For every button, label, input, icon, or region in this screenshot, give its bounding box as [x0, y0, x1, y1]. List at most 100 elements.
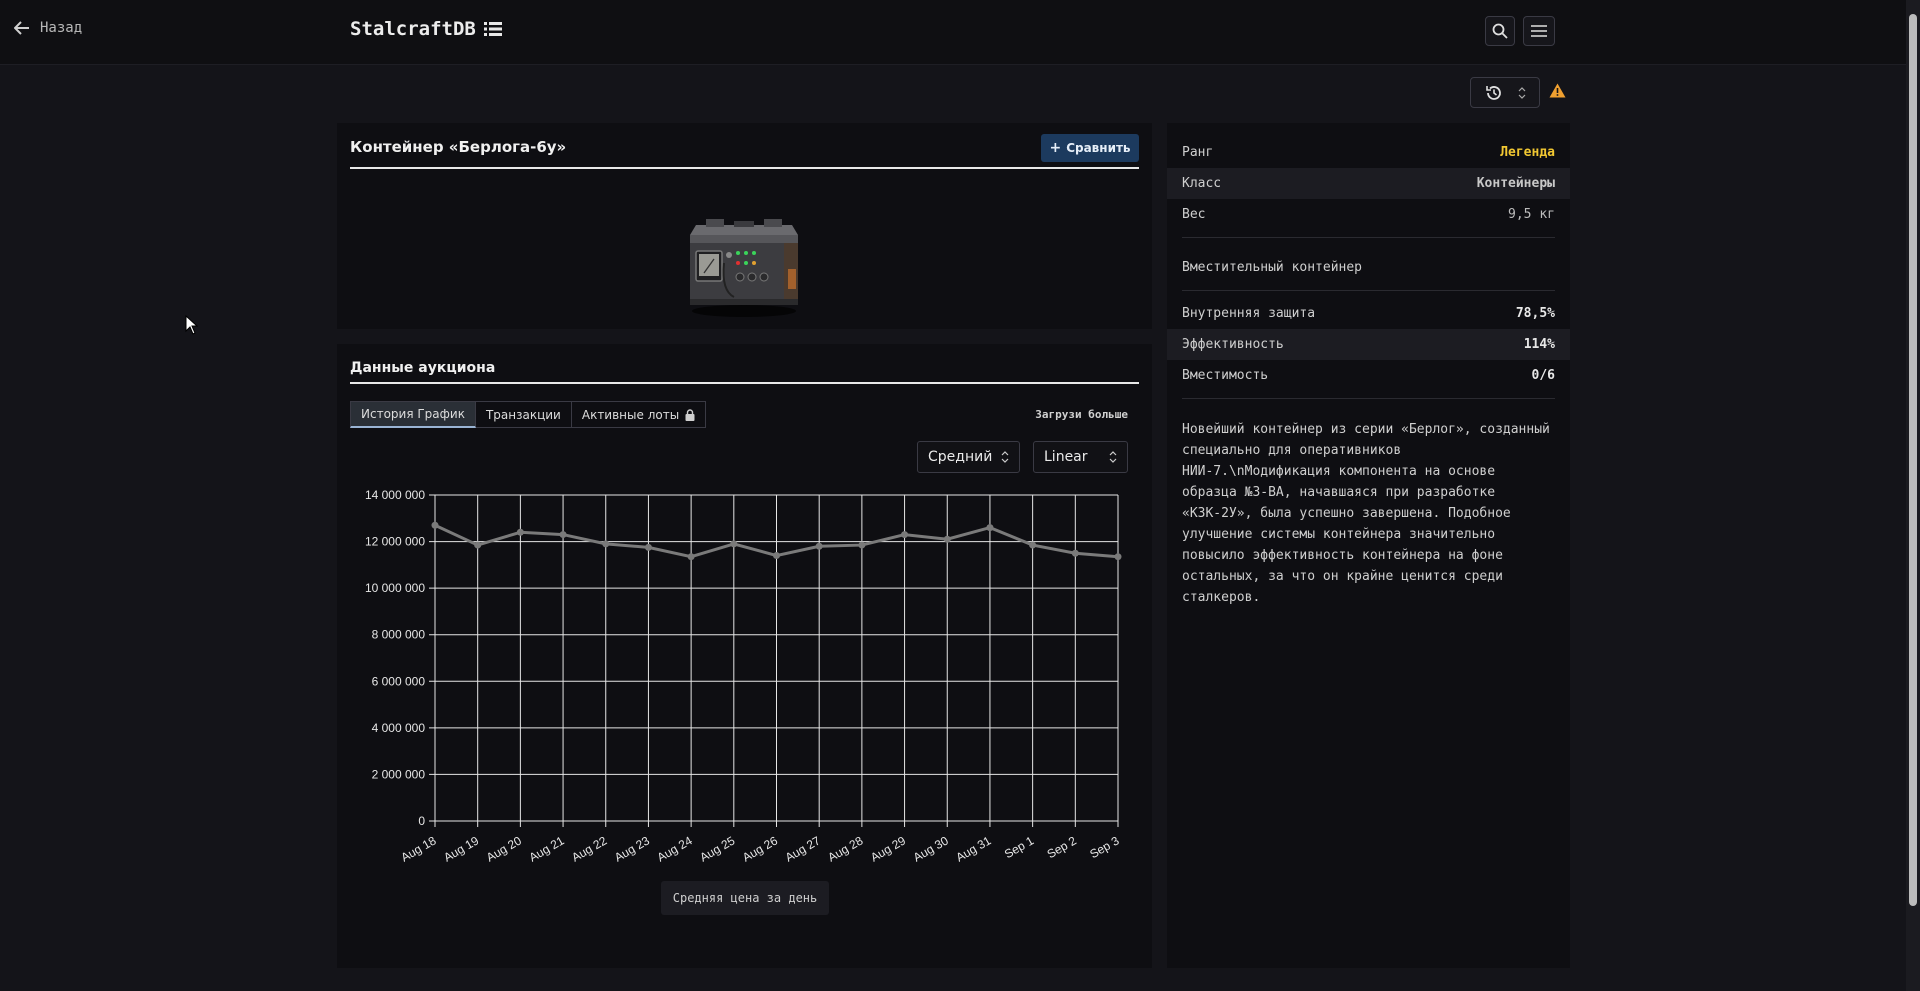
x-tick-label: Aug 26 [740, 833, 780, 864]
data-point [431, 521, 439, 529]
aggregate-value: Средний [928, 449, 993, 465]
y-tick-label: 14 000 000 [365, 488, 425, 502]
weight-row: Вес 9,5 кг [1167, 199, 1570, 230]
history-select[interactable] [1470, 77, 1540, 108]
tab-label: История График [361, 407, 465, 421]
scale-value: Linear [1044, 449, 1088, 465]
item-title: Контейнер «Берлога-6у» [350, 138, 567, 156]
info-panel: Ранг Легенда Класс Контейнеры Вес 9,5 кг… [1167, 123, 1570, 968]
scrollbar[interactable] [1906, 0, 1920, 991]
tab-label: Активные лоты [581, 407, 680, 422]
brand-name: StalcraftDB [350, 18, 476, 40]
title-underline [350, 167, 1139, 169]
data-point [858, 541, 866, 549]
data-point [943, 535, 951, 543]
mouse-cursor-icon [185, 315, 199, 335]
x-tick-label: Sep 2 [1045, 833, 1079, 861]
x-tick-label: Aug 23 [612, 833, 652, 864]
x-tick-label: Aug 25 [697, 833, 737, 864]
lock-icon [685, 408, 695, 421]
capacity-label: Вместимость [1182, 368, 1269, 383]
data-point [730, 540, 738, 548]
auction-panel: Данные аукциона История График Транзакци… [337, 344, 1152, 968]
data-point [559, 531, 567, 539]
data-point [602, 540, 610, 548]
data-point [1071, 549, 1079, 557]
aggregate-select[interactable]: Средний [917, 441, 1020, 473]
protection-value: 78,5% [1515, 306, 1555, 321]
subtitle-row: Вместительный контейнер [1167, 252, 1570, 283]
search-button[interactable] [1485, 16, 1515, 46]
divider [1182, 290, 1555, 291]
capacity-value: 0/6 [1531, 368, 1555, 383]
rank-label: Ранг [1182, 145, 1214, 160]
class-row: Класс Контейнеры [1167, 168, 1570, 199]
x-tick-label: Aug 22 [569, 833, 609, 864]
protection-row: Внутренняя защита 78,5% [1167, 298, 1570, 329]
data-point [986, 524, 994, 532]
x-tick-label: Aug 31 [953, 833, 993, 864]
data-point [773, 552, 780, 560]
scrollbar-thumb[interactable] [1909, 14, 1917, 906]
chevron-updown-icon [1001, 451, 1009, 463]
y-tick-label: 6 000 000 [372, 674, 426, 688]
y-tick-label: 10 000 000 [365, 581, 425, 595]
compare-label: Сравнить [1066, 141, 1131, 155]
back-button[interactable]: Назад [14, 20, 82, 36]
list-icon [483, 22, 502, 36]
scale-select[interactable]: Linear [1033, 441, 1128, 473]
compare-button[interactable]: + Сравнить [1041, 134, 1139, 162]
tab-history-chart[interactable]: История График [350, 401, 476, 428]
warning-icon[interactable] [1549, 83, 1566, 102]
efficiency-label: Эффективность [1182, 337, 1284, 352]
data-point [1029, 541, 1037, 549]
x-tick-label: Aug 30 [911, 833, 951, 864]
x-tick-label: Aug 21 [527, 833, 567, 864]
data-point [644, 543, 652, 551]
efficiency-value: 114% [1523, 337, 1555, 352]
x-tick-label: Sep 3 [1087, 833, 1121, 861]
x-tick-label: Aug 19 [441, 833, 481, 864]
data-point [474, 541, 482, 549]
x-tick-label: Aug 18 [399, 833, 439, 864]
top-navbar: Назад StalcraftDB [0, 0, 1906, 65]
rank-row: Ранг Легенда [1167, 137, 1570, 168]
arrow-left-icon [14, 21, 29, 35]
chevron-updown-icon [1109, 451, 1117, 463]
y-tick-label: 8 000 000 [372, 628, 426, 642]
auction-tabs: История График Транзакции Активные лоты [350, 401, 707, 428]
load-more-button[interactable]: Загрузи больше [1035, 408, 1128, 421]
x-tick-label: Sep 1 [1002, 833, 1036, 861]
auction-underline [350, 382, 1139, 384]
data-point [901, 531, 909, 539]
x-tick-label: Aug 24 [655, 833, 695, 864]
capacity-row: Вместимость 0/6 [1167, 360, 1570, 391]
menu-button[interactable] [1523, 16, 1555, 46]
y-tick-label: 0 [418, 814, 425, 828]
x-tick-label: Aug 20 [484, 833, 524, 864]
back-label: Назад [40, 20, 83, 36]
chevron-updown-icon [1518, 86, 1525, 99]
price-history-chart: 0 2 000 000 4 000 000 6 000 000 8 000 000 10 … [365, 488, 1122, 865]
divider [1182, 237, 1555, 238]
protection-label: Внутренняя защита [1182, 306, 1316, 321]
y-tick-label: 4 000 000 [372, 721, 426, 735]
efficiency-row: Эффективность 114% [1167, 329, 1570, 360]
x-tick-label: Aug 28 [825, 833, 865, 864]
data-point [815, 542, 823, 550]
item-subtitle: Вместительный контейнер [1182, 260, 1363, 275]
hamburger-icon [1531, 25, 1547, 37]
item-description: Новейший контейнер из серии «Берлог», со… [1182, 422, 1550, 605]
search-icon [1492, 23, 1508, 39]
tab-active-lots[interactable]: Активные лоты [571, 401, 707, 428]
class-label: Класс [1182, 176, 1222, 191]
brand-logo[interactable]: StalcraftDB [350, 18, 502, 40]
x-tick-label: Aug 29 [868, 833, 908, 864]
data-point [687, 553, 695, 561]
auction-title: Данные аукциона [350, 360, 496, 376]
item-panel: Контейнер «Берлога-6у» + Сравнить [337, 123, 1152, 329]
divider [1182, 398, 1555, 399]
tab-transactions[interactable]: Транзакции [475, 401, 572, 428]
rank-value: Легенда [1500, 145, 1555, 160]
x-tick-label: Aug 27 [783, 833, 823, 864]
